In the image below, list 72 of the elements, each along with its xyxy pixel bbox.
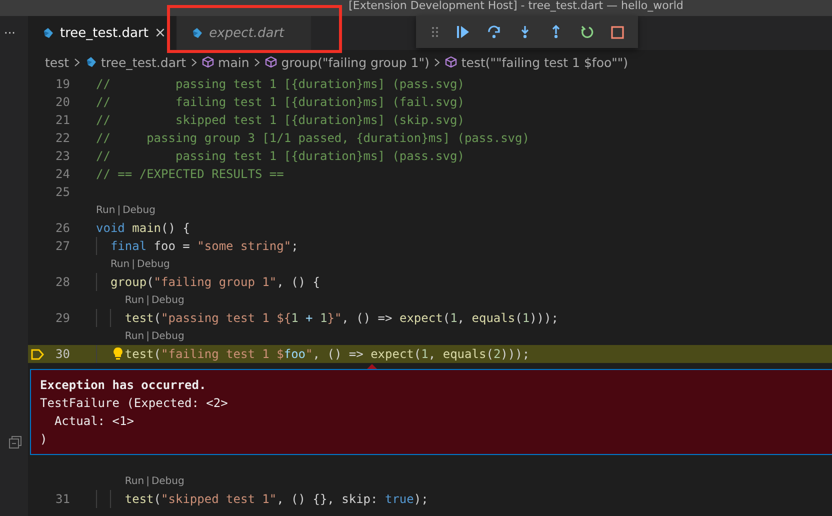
more-actions-icon[interactable]: ··· <box>4 26 16 40</box>
chevron-right-icon <box>74 58 80 66</box>
line-number: 31 <box>54 492 70 506</box>
breadcrumb-item[interactable]: test <box>45 54 70 70</box>
cube-icon <box>445 56 458 68</box>
code-line: // passing test 1 [{duration}ms] (pass.svg) <box>96 149 464 163</box>
stop-icon[interactable] <box>610 26 624 38</box>
exception-message: Actual: <1> <box>53 413 135 430</box>
close-icon[interactable]: × <box>154 25 166 41</box>
cube-icon <box>265 56 278 68</box>
breadcrumb-item[interactable]: tree_test.dart <box>85 54 186 70</box>
dart-file-icon <box>85 56 98 68</box>
codelens-separator: | <box>146 330 150 342</box>
exception-pointer <box>367 364 377 369</box>
codelens-link[interactable]: Debug <box>137 258 170 270</box>
codelens-link[interactable]: Debug <box>151 476 184 486</box>
line-number: 30 <box>54 347 70 361</box>
code-line: test("skipped test 1", () {}, skip: true); <box>124 492 428 506</box>
code-line: // failing test 1 [{duration}ms] (fail.svg) <box>96 95 464 109</box>
line-number: 29 <box>54 311 70 325</box>
editor-tab[interactable]: tree_test.dart × <box>28 16 178 50</box>
chevron-right-icon <box>191 58 198 66</box>
line-number: 20 <box>54 95 70 109</box>
chevron-right-icon <box>434 58 440 66</box>
line-number: 27 <box>54 239 70 253</box>
editor-tab[interactable]: expect.dart <box>177 16 312 50</box>
line-number: 23 <box>54 149 70 163</box>
continue-icon[interactable] <box>456 25 470 39</box>
cube-icon <box>202 56 214 68</box>
drag-handle-icon[interactable] <box>430 26 438 38</box>
line-number: 28 <box>54 275 70 289</box>
codelens-separator: | <box>117 204 121 216</box>
codelens-link[interactable]: Debug <box>151 330 184 342</box>
code-line: void main() { <box>96 221 190 235</box>
line-number: 22 <box>54 131 70 145</box>
breadcrumb-item[interactable]: main <box>202 54 250 70</box>
code-line: final foo = "some string"; <box>110 239 298 253</box>
code-line: test("passing test 1 ${1 + 1}", () => expect(1, equals(1))); <box>124 311 558 325</box>
codelens-separator: | <box>146 294 150 306</box>
lightbulb-icon[interactable] <box>113 347 124 360</box>
line-number: 24 <box>54 167 70 181</box>
codelens-separator: | <box>146 476 150 486</box>
breadcrumb-item[interactable]: group("failing group 1") <box>265 54 430 70</box>
codelens-separator: | <box>132 258 135 270</box>
codelens-link[interactable]: Run <box>96 204 116 216</box>
line-number: 19 <box>54 77 70 91</box>
restart-icon[interactable] <box>580 25 594 39</box>
code-line: group("failing group 1", () { <box>110 275 320 289</box>
code-line: test("failing test 1 $foo", () => expect(1, equals(2))); <box>124 347 530 361</box>
codelens-link[interactable]: Run <box>124 330 144 342</box>
codelens-link[interactable]: Run <box>110 258 130 270</box>
collapse-icon[interactable] <box>9 436 22 449</box>
line-number: 21 <box>54 113 70 127</box>
code-line: // skipped test 1 [{duration}ms] (skip.svg) <box>96 113 464 127</box>
window-title: [Extension Development Host] - tree_test.dart — hello_world <box>348 0 684 14</box>
codelens-link[interactable]: Run <box>124 476 144 486</box>
line-number: 26 <box>54 221 70 235</box>
line-number: 25 <box>54 185 70 199</box>
breadcrumb-item[interactable]: test(""failing test 1 $foo"") <box>445 54 628 70</box>
codelens-link[interactable]: Debug <box>151 294 184 306</box>
codelens-link[interactable]: Debug <box>122 204 156 216</box>
chevron-right-icon <box>254 58 260 66</box>
code-line: // passing test 1 [{duration}ms] (pass.svg) <box>96 77 464 91</box>
step-over-icon[interactable] <box>486 25 500 39</box>
dart-file-icon <box>191 27 204 39</box>
code-line: // == /EXPECTED RESULTS == <box>96 167 284 181</box>
exception-message: ) <box>40 431 48 448</box>
exception-message: TestFailure (Expected: <2> <box>40 395 229 412</box>
dart-file-icon <box>42 27 54 39</box>
code-line: // passing group 3 [1/1 passed, {duration}ms] (pass.svg) <box>96 131 530 145</box>
codelens-link[interactable]: Run <box>124 294 144 306</box>
exception-title: Exception has occurred. <box>40 377 208 394</box>
